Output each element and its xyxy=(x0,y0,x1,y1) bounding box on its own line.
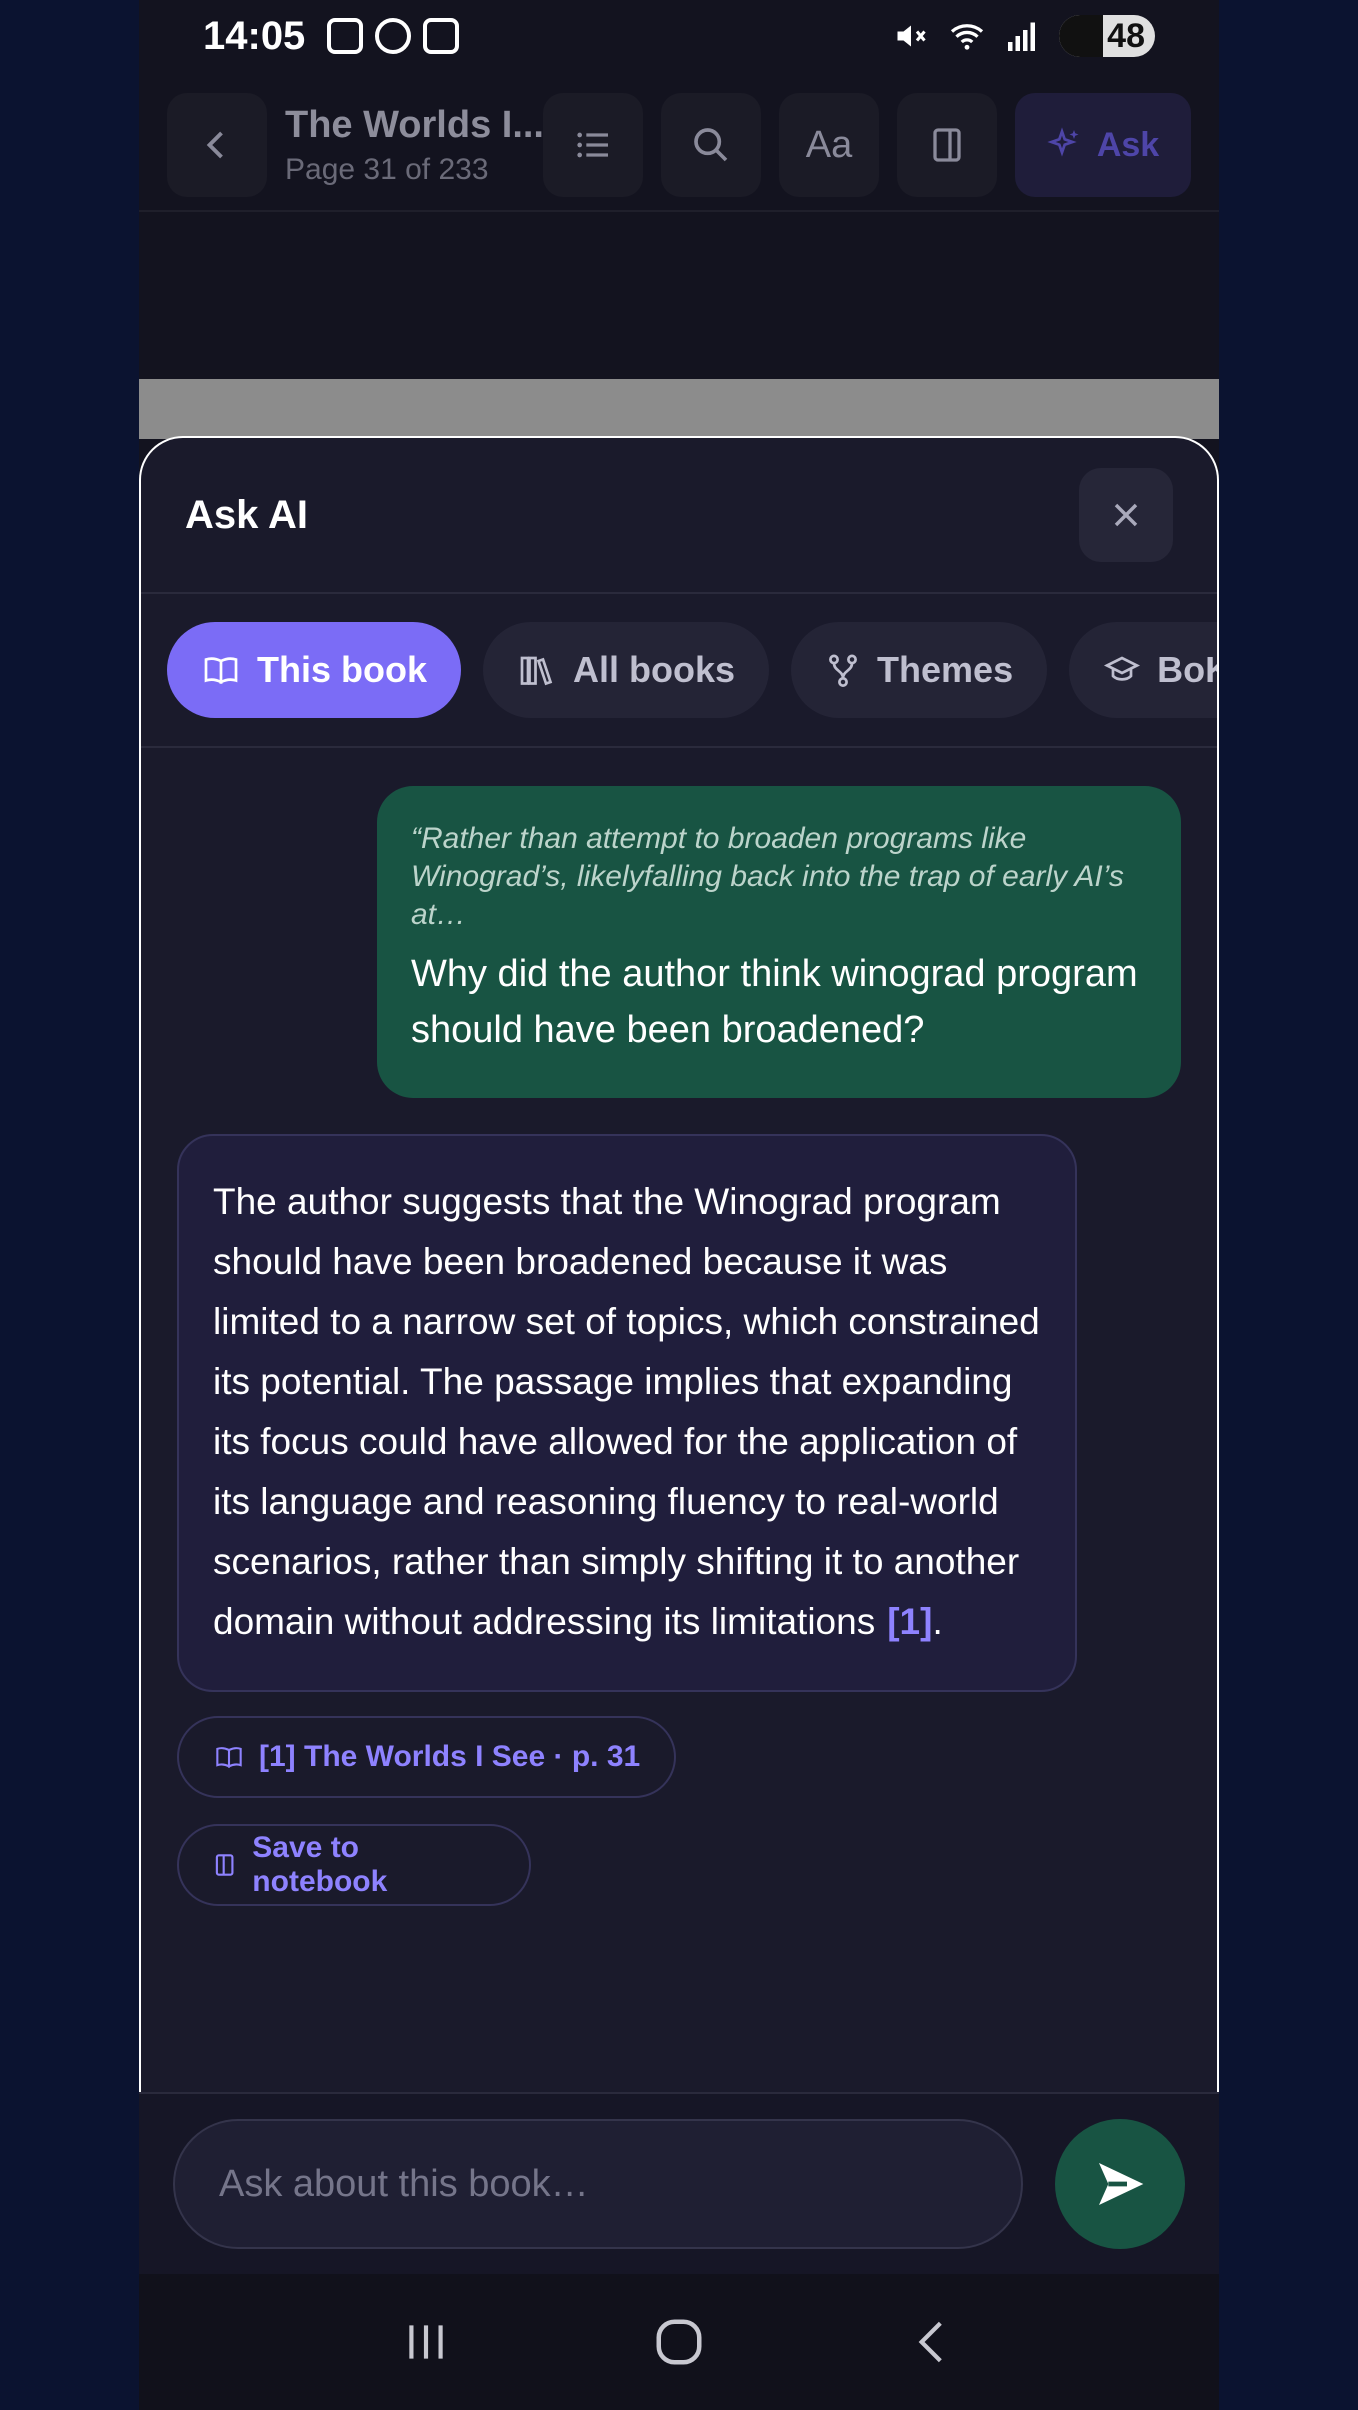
system-nav-bar xyxy=(139,2274,1219,2410)
page-content-peek xyxy=(139,379,1219,439)
phone-screen: 14:05 48 The Worlds I... Page 31 of 233 xyxy=(139,0,1219,2410)
sheet-title: Ask AI xyxy=(185,492,309,537)
recents-button[interactable] xyxy=(386,2302,466,2382)
ai-response-bubble: The author suggests that the Winograd pr… xyxy=(177,1134,1077,1692)
book-title: The Worlds I... xyxy=(285,103,544,146)
notebook-button[interactable] xyxy=(897,93,997,197)
home-button[interactable] xyxy=(639,2302,719,2382)
background-right xyxy=(1219,0,1358,2410)
search-icon xyxy=(694,128,728,162)
screenshot-icon xyxy=(327,18,364,54)
user-message-bubble: “Rather than attempt to broaden programs… xyxy=(377,786,1181,1098)
hourglass-icon xyxy=(375,18,412,54)
book-title-block: The Worlds I... Page 31 of 233 xyxy=(285,103,544,187)
tab-label: BoK xyxy=(1157,649,1217,690)
list-icon xyxy=(577,132,608,158)
branch-icon xyxy=(829,654,857,687)
scope-tabs: This book All books Themes BoK xyxy=(141,594,1217,748)
search-button[interactable] xyxy=(661,93,761,197)
home-icon xyxy=(656,2319,702,2365)
tab-this-book[interactable]: This book xyxy=(167,622,461,718)
input-bar xyxy=(139,2092,1219,2274)
selected-quote: “Rather than attempt to broaden programs… xyxy=(411,822,1124,931)
save-label: Save to notebook xyxy=(252,1831,388,1898)
tab-all-books[interactable]: All books xyxy=(483,622,770,718)
close-icon xyxy=(1114,503,1138,527)
save-to-notebook-button[interactable]: Save to notebook xyxy=(177,1824,531,1906)
font-settings-label: Aa xyxy=(805,123,853,166)
tab-label: This book xyxy=(257,649,427,690)
tab-label: All books xyxy=(573,649,736,690)
chevron-left-icon xyxy=(206,131,223,159)
copy-icon xyxy=(423,18,460,54)
user-question: Why did the author think winograd progra… xyxy=(411,953,1138,1051)
signal-icon xyxy=(1008,22,1036,51)
battery-level: 48 xyxy=(1107,16,1145,55)
send-icon xyxy=(1099,2163,1144,2205)
ask-input[interactable] xyxy=(173,2119,1023,2249)
status-bar: 14:05 48 xyxy=(139,0,1219,72)
sparkles-icon xyxy=(1047,127,1079,157)
status-notification-icons xyxy=(327,18,460,54)
send-button[interactable] xyxy=(1055,2119,1185,2249)
reader-header: The Worlds I... Page 31 of 233 Aa Ask xyxy=(139,80,1219,212)
font-settings-button[interactable]: Aa xyxy=(779,93,879,197)
page-indicator: Page 31 of 233 xyxy=(285,152,489,186)
close-button[interactable] xyxy=(1079,468,1173,562)
ask-label: Ask xyxy=(1096,125,1160,164)
book-icon xyxy=(204,657,238,685)
citation-link[interactable]: [1] xyxy=(887,1601,932,1642)
back-icon xyxy=(918,2321,943,2363)
mute-icon xyxy=(897,25,926,47)
book-icon xyxy=(216,1747,242,1769)
ai-answer-end: . xyxy=(932,1601,943,1642)
table-of-contents-button[interactable] xyxy=(543,93,643,197)
graduation-cap-icon xyxy=(1104,656,1141,681)
wifi-icon xyxy=(951,24,984,50)
ask-ai-sheet: Ask AI This book All books Themes BoK xyxy=(139,436,1219,2274)
tab-bok[interactable]: BoK xyxy=(1069,622,1217,718)
system-back-button[interactable] xyxy=(892,2302,972,2382)
recents-icon xyxy=(408,2325,443,2359)
tab-themes[interactable]: Themes xyxy=(791,622,1048,718)
chat-thread: “Rather than attempt to broaden programs… xyxy=(141,748,1217,1906)
source-chip-label: [1] The Worlds I See · p. 31 xyxy=(259,1740,641,1773)
ask-ai-button[interactable]: Ask xyxy=(1015,93,1191,197)
status-time: 14:05 xyxy=(203,13,306,58)
back-button[interactable] xyxy=(167,93,267,197)
ai-answer: The author suggests that the Winograd pr… xyxy=(213,1172,1041,1652)
source-chip[interactable]: [1] The Worlds I See · p. 31 xyxy=(177,1716,677,1798)
books-icon xyxy=(520,656,553,686)
background-left xyxy=(0,0,139,2410)
battery-indicator: 48 xyxy=(1059,15,1155,57)
notebook-icon xyxy=(215,1854,234,1876)
sheet-header: Ask AI xyxy=(141,438,1217,594)
tab-label: Themes xyxy=(877,649,1014,690)
status-system-icons: 48 xyxy=(893,15,1155,57)
notebook-icon xyxy=(933,128,961,162)
ai-answer-text: The author suggests that the Winograd pr… xyxy=(213,1181,1040,1642)
